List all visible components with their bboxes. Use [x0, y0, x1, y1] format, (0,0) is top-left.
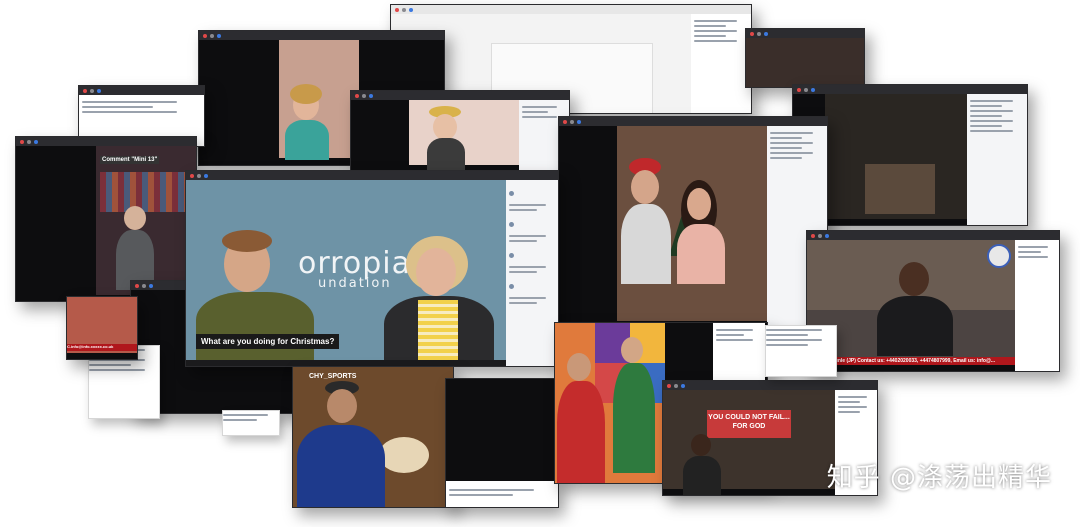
- foundation-logo-sub: undation: [318, 276, 392, 291]
- comments-panel: [506, 180, 558, 366]
- comments-window-mid[interactable]: [765, 325, 837, 377]
- window-titlebar: [199, 31, 444, 40]
- stream-window-hat-girl[interactable]: [350, 90, 570, 172]
- video-frame: [617, 126, 767, 321]
- window-titlebar: [807, 231, 1059, 240]
- comments-panel: [223, 414, 279, 421]
- video-frame: [746, 38, 864, 87]
- coffee-cup: [379, 437, 429, 473]
- comments-panel: [766, 329, 836, 346]
- channel-tag: CHY_SPORTS: [309, 373, 357, 380]
- stream-window-tutorial-red[interactable]: C.info@info.xxxxx.co.uk: [66, 296, 138, 360]
- video-frame: [409, 100, 519, 171]
- church-sign: YOU COULD NOT FAIL... FOR GOD: [707, 410, 791, 438]
- comments-window-bottom-left[interactable]: [222, 410, 280, 436]
- window-titlebar: [391, 5, 751, 14]
- church-logo: [987, 244, 1011, 268]
- caption-bar: What are you doing for Christmas?: [196, 334, 340, 349]
- stream-window-top-right[interactable]: [745, 28, 865, 88]
- window-titlebar: [351, 91, 569, 100]
- stream-window-christmas-couple[interactable]: [558, 116, 828, 328]
- stream-window-sports[interactable]: CHY_SPORTS: [292, 366, 454, 508]
- window-titlebar: [79, 86, 204, 95]
- comments-panel: [1015, 240, 1059, 371]
- stream-window-left-shopping[interactable]: Comment "Mini 13": [15, 136, 197, 302]
- window-titlebar: [746, 29, 864, 38]
- comments-panel: [691, 14, 751, 113]
- video-frame: [555, 323, 665, 483]
- window-titlebar: [793, 85, 1027, 94]
- video-frame: YOU COULD NOT FAIL... FOR GOD: [663, 390, 835, 495]
- comments-panel: [967, 94, 1027, 225]
- comments-panel: [446, 483, 558, 507]
- video-frame: orropia undation What are you doing for …: [186, 180, 506, 366]
- watermark-text: 知乎 @涤荡出精华: [826, 463, 1052, 493]
- video-frame: Comment "Mini 13": [96, 146, 196, 295]
- clothing-rack: [100, 172, 192, 212]
- video-frame: Pastor Olakunle (JP) Contact us: +440202…: [807, 240, 1015, 365]
- kitchen-shelf: [865, 164, 935, 214]
- stream-window-bottom-blank[interactable]: [445, 378, 559, 508]
- stream-window-main[interactable]: orropia undation What are you doing for …: [185, 170, 559, 367]
- striped-shirt: [418, 300, 458, 360]
- window-titlebar: [186, 171, 558, 180]
- video-frame: CHY_SPORTS: [293, 367, 453, 507]
- stream-window-pastor[interactable]: Pastor Olakunle (JP) Contact us: +440202…: [806, 230, 1060, 372]
- ticker-bar: Pastor Olakunle (JP) Contact us: +440202…: [807, 357, 1015, 365]
- video-frame: [446, 379, 558, 481]
- window-titlebar: [16, 137, 196, 146]
- video-frame: [825, 94, 967, 219]
- comment-banner: Comment "Mini 13": [100, 156, 160, 164]
- window-titlebar: [559, 117, 827, 126]
- window-titlebar: [663, 381, 877, 390]
- ticker-bar: C.info@info.xxxxx.co.uk: [67, 344, 137, 351]
